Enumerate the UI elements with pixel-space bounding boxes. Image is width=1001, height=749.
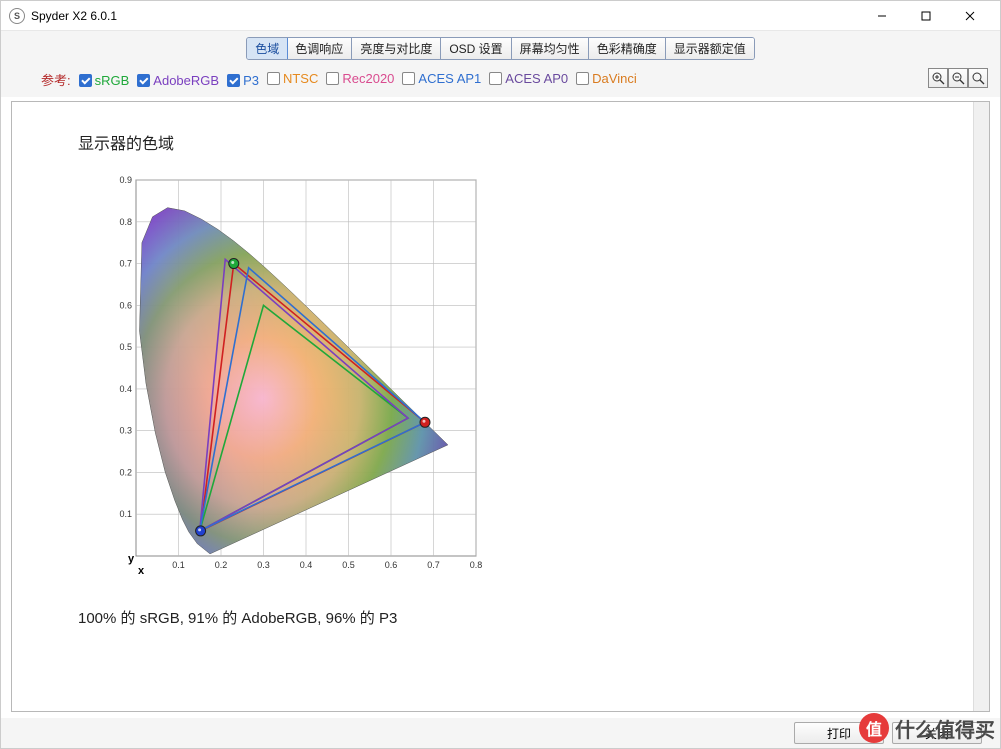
checkbox-icon — [227, 74, 240, 87]
checkbox-icon — [79, 74, 92, 87]
svg-text:0.7: 0.7 — [427, 560, 440, 570]
tab-6[interactable]: 显示器额定值 — [666, 38, 754, 59]
zoom-in-button[interactable] — [928, 68, 948, 88]
close-dialog-button[interactable]: 关闭 — [892, 722, 982, 744]
svg-text:0.4: 0.4 — [300, 560, 313, 570]
checkbox-icon — [267, 72, 280, 85]
svg-text:0.3: 0.3 — [257, 560, 270, 570]
reference-label-text: Rec2020 — [342, 71, 394, 86]
reference-label-text: AdobeRGB — [153, 73, 219, 88]
svg-text:0.2: 0.2 — [215, 560, 228, 570]
svg-text:0.1: 0.1 — [119, 509, 132, 519]
minimize-button[interactable] — [860, 2, 904, 30]
checkbox-icon — [326, 72, 339, 85]
svg-text:0.2: 0.2 — [119, 467, 132, 477]
tab-5[interactable]: 色彩精确度 — [589, 38, 666, 59]
app-window: S Spyder X2 6.0.1 色域色调响应亮度与对比度OSD 设置屏幕均匀… — [0, 0, 1001, 749]
checkbox-icon — [402, 72, 415, 85]
reference-label-text: ACES AP0 — [505, 71, 568, 86]
reference-label-text: sRGB — [95, 73, 130, 88]
reference-label-text: DaVinci — [592, 71, 637, 86]
reference-label-text: ACES AP1 — [418, 71, 481, 86]
gamut-chart: 0.1 0.2 0.3 0.4 0.5 0.6 0.7 0.8 0.1 0.2 0.3 0.4 0.5 0… — [102, 174, 482, 584]
print-button[interactable]: 打印 — [794, 722, 884, 744]
content-frame: 显示器的色域 0.1 0.2 0.3 0.4 0.5 0.6 0.7 0.8 0.1 0.2 0.3… — [11, 101, 990, 712]
zoom-fit-button[interactable] — [968, 68, 988, 88]
result-text: 100% 的 sRGB, 91% 的 AdobeRGB, 96% 的 P3 — [78, 607, 397, 628]
zoom-tools — [928, 68, 988, 88]
reference-label-text: P3 — [243, 73, 259, 88]
checkbox-icon — [489, 72, 502, 85]
checkbox-icon — [576, 72, 589, 85]
svg-text:y: y — [128, 553, 135, 565]
svg-text:0.6: 0.6 — [119, 300, 132, 310]
window-title: Spyder X2 6.0.1 — [31, 9, 117, 23]
reference-checkbox-aces-ap1[interactable]: ACES AP1 — [402, 71, 481, 86]
maximize-button[interactable] — [904, 2, 948, 30]
tab-bar: 色域色调响应亮度与对比度OSD 设置屏幕均匀性色彩精确度显示器额定值 — [1, 31, 1000, 66]
reference-checkbox-rec2020[interactable]: Rec2020 — [326, 71, 394, 86]
titlebar: S Spyder X2 6.0.1 — [1, 1, 1000, 31]
reference-checkbox-adobergb[interactable]: AdobeRGB — [137, 73, 219, 88]
chart-title: 显示器的色域 — [78, 130, 174, 154]
svg-text:0.6: 0.6 — [385, 560, 398, 570]
checkbox-icon — [137, 74, 150, 87]
app-icon: S — [9, 8, 25, 24]
svg-text:0.3: 0.3 — [119, 426, 132, 436]
svg-text:0.4: 0.4 — [119, 384, 132, 394]
svg-text:0.7: 0.7 — [119, 259, 132, 269]
tab-3[interactable]: OSD 设置 — [441, 38, 511, 59]
reference-row: 参考: sRGB AdobeRGB P3 NTSC Rec2020 ACES AP1 ACE… — [1, 66, 1000, 97]
svg-text:0.5: 0.5 — [342, 560, 355, 570]
reference-label-text: NTSC — [283, 71, 318, 86]
svg-text:0.8: 0.8 — [119, 217, 132, 227]
svg-text:x: x — [138, 565, 145, 577]
svg-text:0.1: 0.1 — [172, 560, 185, 570]
bottom-bar: 打印 关闭 — [1, 718, 1000, 748]
tab-0[interactable]: 色域 — [246, 37, 288, 60]
vertical-scrollbar[interactable] — [973, 102, 989, 711]
svg-text:0.5: 0.5 — [119, 342, 132, 352]
tab-2[interactable]: 亮度与对比度 — [352, 38, 441, 59]
reference-checkbox-p3[interactable]: P3 — [227, 73, 259, 88]
reference-label: 参考: — [41, 70, 71, 89]
reference-checkbox-ntsc[interactable]: NTSC — [267, 71, 318, 86]
svg-text:0.8: 0.8 — [470, 560, 482, 570]
tab-4[interactable]: 屏幕均匀性 — [512, 38, 589, 59]
reference-checkbox-aces-ap0[interactable]: ACES AP0 — [489, 71, 568, 86]
close-button[interactable] — [948, 2, 992, 30]
tab-1[interactable]: 色调响应 — [287, 38, 352, 59]
reference-checkbox-srgb[interactable]: sRGB — [79, 73, 130, 88]
svg-text:0.9: 0.9 — [119, 175, 132, 185]
reference-checkbox-davinci[interactable]: DaVinci — [576, 71, 637, 86]
zoom-out-button[interactable] — [948, 68, 968, 88]
